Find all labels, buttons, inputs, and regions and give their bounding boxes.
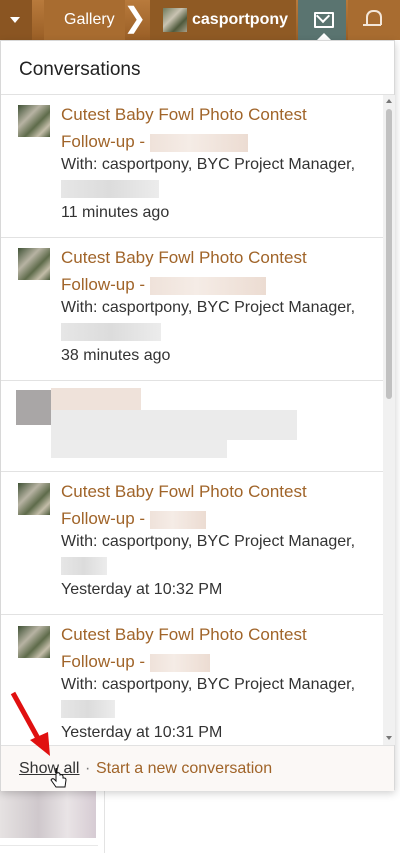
list-item[interactable]: Cutest Baby Fowl Photo Contest Follow-up… bbox=[1, 471, 383, 615]
conversation-title[interactable]: Cutest Baby Fowl Photo Contest Follow-up… bbox=[61, 621, 361, 675]
redacted-text bbox=[51, 388, 141, 410]
list-item[interactable] bbox=[1, 380, 383, 472]
top-navbar: Gallery ❯ casportpony bbox=[0, 0, 400, 40]
list-scrollbar[interactable] bbox=[383, 95, 395, 745]
redacted-text bbox=[149, 510, 206, 529]
redacted-text bbox=[149, 276, 266, 295]
red-arrow-annotation bbox=[10, 691, 50, 756]
footer-separator: · bbox=[85, 760, 91, 777]
conversation-participants: With: casportpony, BYC Project Manager, bbox=[61, 530, 361, 578]
divider bbox=[104, 790, 105, 853]
hand-pointer-icon bbox=[50, 768, 67, 788]
chevron-right-icon: ❯ bbox=[123, 2, 147, 33]
avatar bbox=[163, 8, 187, 32]
scroll-thumb[interactable] bbox=[386, 109, 392, 399]
conversation-list: Cutest Baby Fowl Photo Contest Follow-up… bbox=[1, 95, 383, 745]
conversation-participants: With: casportpony, BYC Project Manager, bbox=[61, 296, 361, 344]
redacted-text bbox=[61, 699, 115, 718]
conversation-time: 11 minutes ago bbox=[61, 204, 170, 221]
list-item[interactable]: Cutest Baby Fowl Photo Contest Follow-up… bbox=[1, 95, 383, 238]
redacted-text bbox=[149, 653, 210, 672]
redacted-text bbox=[61, 179, 159, 198]
bell-icon bbox=[363, 10, 382, 26]
popup-pointer bbox=[317, 33, 331, 40]
start-new-conversation-link[interactable]: Start a new conversation bbox=[96, 760, 272, 778]
redacted-text bbox=[61, 322, 161, 341]
conversation-time: Yesterday at 10:31 PM bbox=[61, 724, 223, 741]
conversations-popup: Conversations Cutest Baby Fowl Photo Con… bbox=[0, 40, 395, 791]
scroll-up-icon[interactable] bbox=[386, 99, 392, 103]
avatar bbox=[18, 105, 50, 137]
redacted-text bbox=[51, 440, 227, 458]
conversation-title[interactable]: Cutest Baby Fowl Photo Contest Follow-up… bbox=[61, 244, 361, 298]
redacted-text bbox=[61, 556, 107, 575]
nav-inbox-button[interactable] bbox=[298, 0, 346, 40]
redacted-text bbox=[51, 410, 297, 440]
avatar bbox=[18, 248, 50, 280]
scroll-down-icon[interactable] bbox=[386, 736, 392, 740]
conversation-title[interactable]: Cutest Baby Fowl Photo Contest Follow-up… bbox=[61, 478, 361, 532]
redacted-text bbox=[149, 133, 248, 152]
conversation-time: Yesterday at 10:32 PM bbox=[61, 581, 223, 598]
avatar bbox=[18, 626, 50, 658]
nav-gallery-tab[interactable]: Gallery bbox=[44, 0, 125, 40]
popup-title: Conversations bbox=[19, 59, 141, 80]
nav-dropdown-button[interactable] bbox=[0, 0, 32, 40]
conversation-title[interactable]: Cutest Baby Fowl Photo Contest Follow-up… bbox=[61, 101, 361, 155]
avatar bbox=[18, 483, 50, 515]
caret-down-icon bbox=[10, 17, 20, 23]
nav-alerts-button[interactable] bbox=[348, 0, 400, 40]
conversation-time: 38 minutes ago bbox=[61, 347, 171, 364]
list-item[interactable]: Cutest Baby Fowl Photo Contest Follow-up… bbox=[1, 237, 383, 381]
nav-user-menu[interactable]: casportpony bbox=[150, 0, 296, 40]
divider bbox=[0, 845, 98, 846]
background-blurred-content bbox=[0, 790, 96, 838]
envelope-icon bbox=[314, 12, 334, 28]
conversation-participants: With: casportpony, BYC Project Manager, bbox=[61, 153, 361, 201]
conversation-participants: With: casportpony, BYC Project Manager, bbox=[61, 673, 361, 721]
nav-username: casportpony bbox=[192, 11, 289, 28]
redacted-avatar bbox=[16, 390, 51, 425]
